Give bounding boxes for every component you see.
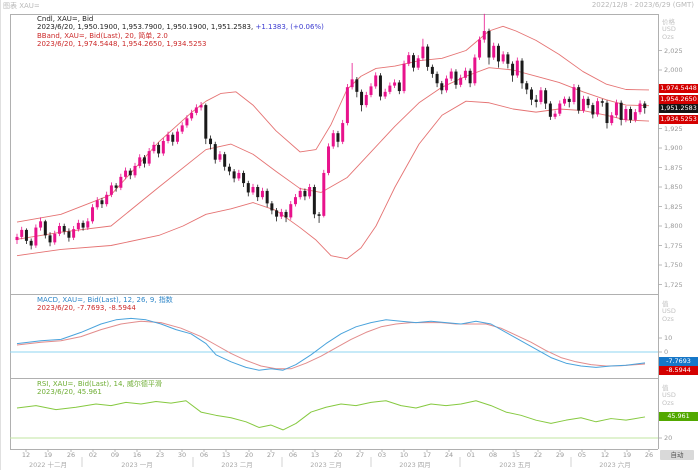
price-tick-label: 1,875 — [664, 163, 683, 172]
week-tick-label: 01 — [466, 451, 476, 459]
price-axis-badge: 1,951.2583 — [659, 104, 698, 113]
price-tick-label: 1,825 — [664, 202, 683, 211]
price-tick-label: 1,775 — [664, 241, 683, 250]
price-axis-badge: 1,934.5253 — [659, 115, 698, 124]
legend-rsi-values: 2023/6/20, 45.961 — [37, 388, 102, 397]
price-tick-label: 1,850 — [664, 183, 683, 191]
week-tick-label: 26 — [66, 451, 76, 459]
trading-chart-window: 图表 XAU= 2022/12/8 - 2023/6/29 (GMT) Cndl… — [0, 0, 698, 470]
legend-bband-series: BBand, XAU=, Bid(Last), 20, 简单, 2.0 — [37, 31, 168, 40]
week-tick-label: 20 — [244, 451, 254, 459]
month-label: 2023 二月 — [221, 461, 253, 469]
week-tick-label: 23 — [155, 451, 165, 459]
price-tick-label: 1,800 — [664, 222, 683, 230]
price-tick-label: 1,725 — [664, 280, 683, 289]
rsi-axis-unit: USD — [662, 390, 676, 399]
week-tick-label: 19 — [622, 451, 632, 459]
price-axis-badge: 1,974.5448 — [659, 84, 698, 93]
macd-axis-unit: USD — [662, 306, 676, 315]
macd-axis-unit: Ozs — [662, 315, 674, 323]
week-tick-label: 09 — [110, 451, 120, 459]
rsi-legend: RSI, XAU=, Bid(Last), 14, 威尔德平滑 2023/6/2… — [37, 380, 162, 397]
price-tick-label: 2,000 — [664, 66, 683, 74]
month-label: 2022 十二月 — [28, 461, 68, 469]
legend-macd-values: 2023/6/20, -7.7693, -8.5944 — [37, 304, 136, 313]
legend-ohlc-values: 2023/6/20, 1,950.1900, 1,953.7900, 1,950… — [37, 23, 324, 32]
week-tick-label: 29 — [555, 451, 565, 459]
week-tick-label: 15 — [511, 451, 521, 459]
legend-rsi-series: RSI, XAU=, Bid(Last), 14, 威尔德平滑 — [37, 380, 162, 388]
macd-tick-label: 0 — [664, 348, 669, 356]
month-label: 2023 三月 — [310, 461, 342, 469]
week-tick-label: 03 — [377, 451, 387, 459]
rsi-tick-label: 20 — [664, 434, 673, 442]
macd-axis-badge: -8.5944 — [659, 366, 698, 375]
week-tick-label: 06 — [199, 451, 209, 459]
week-tick-label: 27 — [266, 451, 276, 459]
legend-change-value: +1.1383, (+0.06%) — [253, 23, 324, 32]
price-chart-canvas[interactable] — [1, 0, 698, 470]
legend-bband-values: 2023/6/20, 1,974.5448, 1,954.2650, 1,934… — [37, 40, 207, 49]
month-label: 2023 四月 — [399, 461, 431, 469]
price-axis-unit: Ozs — [662, 33, 674, 41]
week-tick-label: 22 — [533, 451, 543, 459]
week-tick-label: 27 — [355, 451, 365, 459]
week-tick-label: 10 — [399, 451, 409, 459]
week-tick-label: 30 — [177, 451, 187, 459]
week-tick-label: 08 — [488, 451, 498, 459]
month-label: 2023 六月 — [599, 461, 631, 469]
macd-tick-label: 10 — [664, 334, 673, 342]
month-label: 2023 五月 — [499, 461, 531, 469]
week-tick-label: 05 — [577, 451, 587, 459]
main-chart-legend: Cndl, XAU=, Bid 2023/6/20, 1,950.1900, 1… — [37, 15, 324, 49]
price-tick-label: 1,900 — [664, 144, 683, 152]
price-tick-label: 1,925 — [664, 124, 683, 133]
week-tick-label: 19 — [43, 451, 53, 459]
price-axis-badge: 1,954.2650 — [659, 95, 698, 104]
week-tick-label: 13 — [310, 451, 320, 459]
axis-auto-scale-button[interactable]: 自动 — [660, 450, 694, 460]
price-tick-label: 1,750 — [664, 261, 683, 269]
macd-axis-badge: -7.7693 — [659, 356, 698, 366]
month-label: 2023 一月 — [121, 461, 153, 469]
week-tick-label: 17 — [422, 451, 432, 459]
week-tick-label: 26 — [644, 451, 654, 459]
price-axis-unit: USD — [662, 24, 676, 33]
macd-legend: MACD, XAU=, Bid(Last), 12, 26, 9, 指数 202… — [37, 296, 173, 313]
price-tick-label: 2,025 — [664, 46, 683, 55]
week-tick-label: 12 — [600, 451, 610, 459]
rsi-axis-unit: Ozs — [662, 399, 674, 407]
week-tick-label: 16 — [132, 451, 142, 459]
week-tick-label: 12 — [21, 451, 31, 459]
week-tick-label: 13 — [221, 451, 231, 459]
week-tick-label: 24 — [444, 451, 454, 459]
legend-candle-series: Cndl, XAU=, Bid — [37, 15, 94, 23]
week-tick-label: 02 — [88, 451, 98, 459]
rsi-axis-badge: 45.961 — [659, 412, 698, 421]
week-tick-label: 20 — [333, 451, 343, 459]
week-tick-label: 06 — [288, 451, 298, 459]
legend-macd-series: MACD, XAU=, Bid(Last), 12, 26, 9, 指数 — [37, 296, 173, 304]
